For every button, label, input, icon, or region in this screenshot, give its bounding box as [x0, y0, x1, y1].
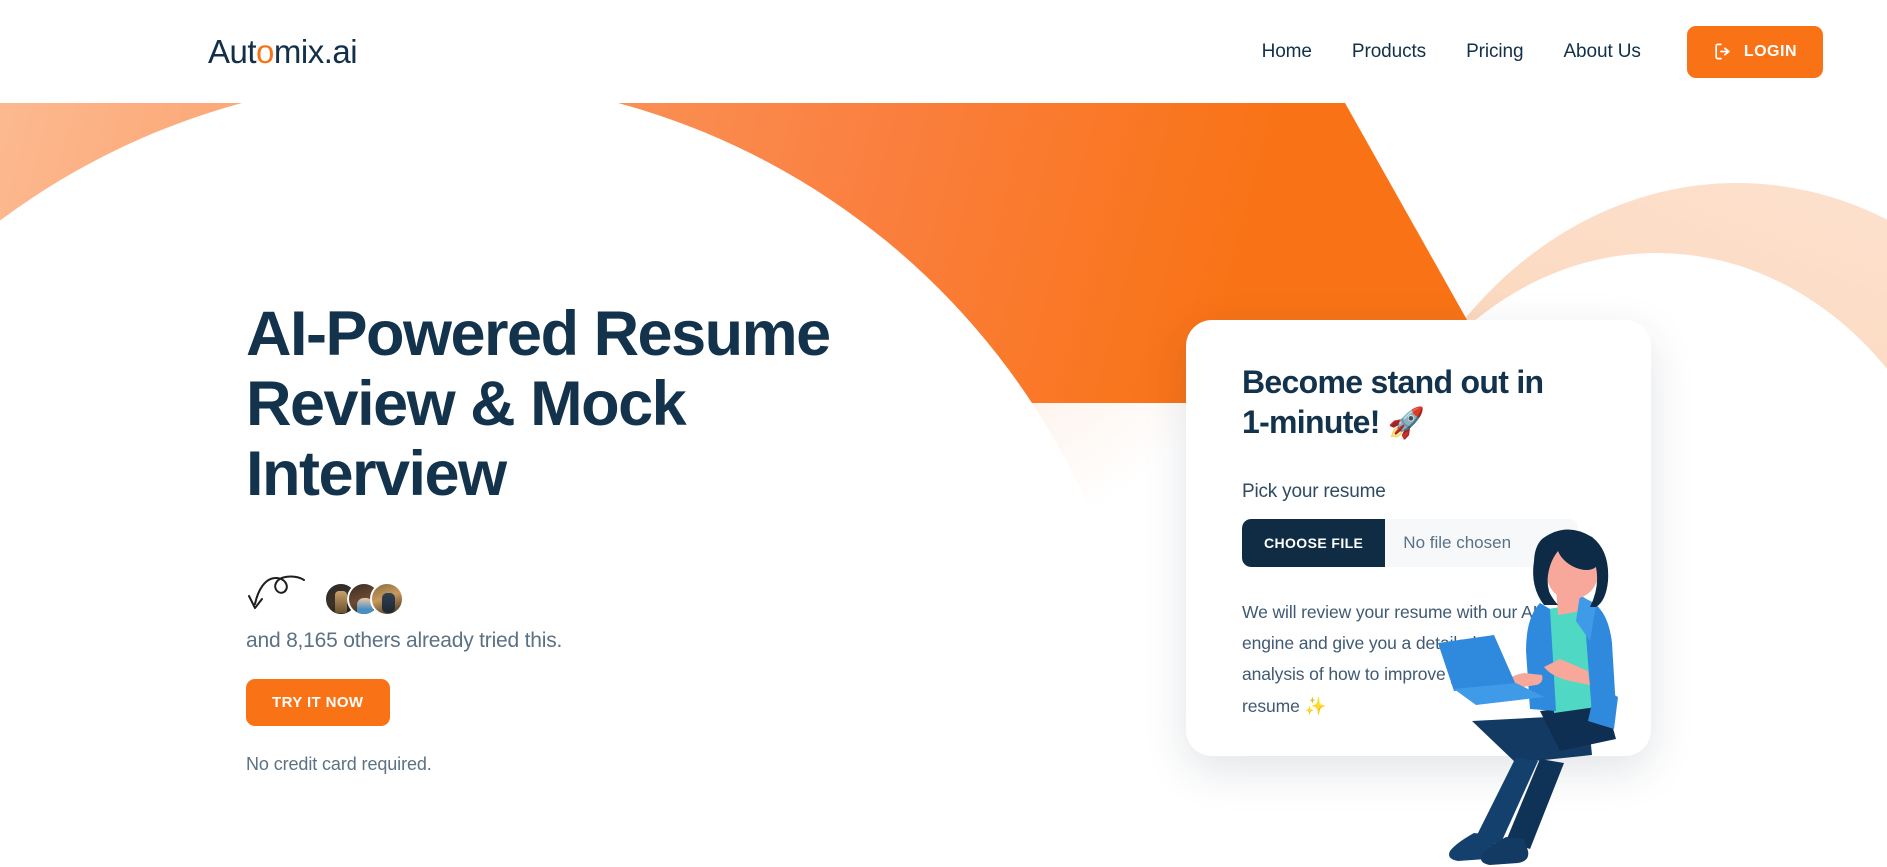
rocket-icon: 🚀: [1387, 407, 1425, 441]
login-arrow-icon: [1713, 42, 1732, 61]
card-title-line-1: Become stand out in: [1242, 364, 1544, 400]
avatar: [370, 581, 404, 616]
woman-with-laptop-illustration: [1420, 525, 1670, 867]
social-proof-text: and 8,165 others already tried this.: [246, 628, 563, 652]
try-it-now-button[interactable]: TRY IT NOW: [246, 678, 390, 726]
nav-item-home[interactable]: Home: [1242, 41, 1332, 63]
card-title-line-2: 1-minute!: [1242, 404, 1380, 441]
social-proof-row: [246, 572, 966, 618]
headline-line-3: Interview: [246, 438, 507, 509]
pick-resume-label: Pick your resume: [1242, 481, 1386, 503]
headline-line-1: AI-Powered Resume: [246, 299, 831, 369]
card-title: Become stand out in 1-minute! 🚀: [1242, 362, 1607, 443]
login-button[interactable]: LOGIN: [1686, 25, 1823, 78]
logo-accent-o: o: [256, 32, 274, 70]
logo-text-before: Aut: [208, 32, 257, 70]
nav-item-about-us[interactable]: About Us: [1543, 41, 1660, 63]
login-button-label: LOGIN: [1743, 42, 1797, 60]
avatar-group: [324, 581, 404, 616]
nav-item-products[interactable]: Products: [1332, 41, 1446, 63]
no-credit-card-note: No credit card required.: [246, 753, 432, 774]
choose-file-button[interactable]: CHOOSE FILE: [1242, 519, 1386, 568]
page-root: Automix.ai Home Products Pricing About U…: [0, 0, 1887, 867]
logo[interactable]: Automix.ai: [208, 32, 358, 71]
nav-item-pricing[interactable]: Pricing: [1446, 41, 1543, 63]
hero-section: AI-Powered Resume Review & Mock Intervie…: [246, 299, 966, 775]
site-header: Automix.ai Home Products Pricing About U…: [0, 0, 1887, 103]
curved-arrow-doodle-icon: [246, 574, 308, 618]
page-title: AI-Powered Resume Review & Mock Intervie…: [246, 299, 966, 510]
logo-text-after: mix.ai: [273, 32, 358, 70]
headline-line-2: Review & Mock: [246, 368, 687, 439]
main-navigation: Home Products Pricing About Us LOGIN: [1242, 25, 1823, 78]
